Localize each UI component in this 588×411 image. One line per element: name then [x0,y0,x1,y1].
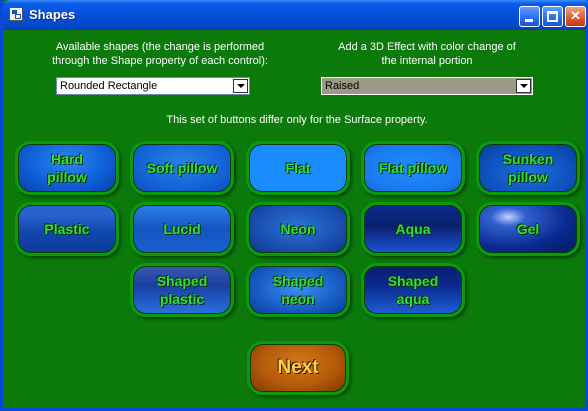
chevron-down-icon[interactable] [516,79,531,93]
button-label: Gel [516,221,540,237]
info-text: This set of buttons differ only for the … [166,114,428,126]
button-label-line1: Shaped [156,273,208,289]
shaped-plastic-button[interactable]: Shaped plastic [130,263,234,317]
title-bar[interactable]: Shapes ✕ [3,0,588,30]
maximize-icon [547,11,558,22]
window-title: Shapes [29,7,76,22]
aqua-button[interactable]: Aqua [361,202,465,256]
shaped-aqua-button[interactable]: Shaped aqua [361,263,465,317]
hard-pillow-button[interactable]: Hard pillow [15,141,119,195]
effect-select-value: Raised [325,80,360,92]
button-label-line1: Sunken [502,151,554,167]
minimize-icon [525,19,533,22]
button-label-line2: pillow [508,169,548,185]
button-label: Next [277,357,319,378]
gel-button[interactable]: Gel [476,202,580,256]
button-label-line2: plastic [159,291,205,307]
shapes-label-line2: through the Shape property of each contr… [52,55,268,67]
button-label: Lucid [163,221,201,237]
effect-label-line2: the internal portion [381,55,473,67]
close-button[interactable]: ✕ [565,6,586,27]
button-label: Flat pillow [378,160,448,176]
shape-select[interactable]: Rounded Rectangle [56,77,250,95]
next-button[interactable]: Next [247,341,349,395]
minimize-button[interactable] [519,6,540,27]
button-label-line1: Shaped [272,273,324,289]
button-label-line2: neon [281,291,315,307]
button-label-line1: Hard [51,151,83,167]
soft-pillow-button[interactable]: Soft pillow [130,141,234,195]
shaped-neon-button[interactable]: Shaped neon [246,263,350,317]
button-label: Plastic [44,221,90,237]
effect-select[interactable]: Raised [321,77,533,95]
plastic-button[interactable]: Plastic [15,202,119,256]
application-window: Shapes ✕ Available shapes (the change is… [0,0,588,411]
button-label: Soft pillow [146,160,218,176]
shapes-label: Available shapes (the change is performe… [33,40,287,68]
shapes-label-line1: Available shapes (the change is performe… [55,41,265,53]
maximize-button[interactable] [542,6,563,27]
button-label-line2: pillow [47,169,87,185]
button-label: Aqua [395,221,431,237]
effect-label-line1: Add a 3D Effect with color change of [338,41,516,53]
effect-label: Add a 3D Effect with color change of the… [313,40,541,68]
button-label-line2: aqua [396,291,430,307]
button-label: Flat [285,160,311,176]
close-icon: ✕ [570,8,581,23]
lucid-button[interactable]: Lucid [130,202,234,256]
chevron-down-icon[interactable] [233,79,248,93]
button-label: Neon [280,221,316,237]
sunken-pillow-button[interactable]: Sunken pillow [476,141,580,195]
neon-button[interactable]: Neon [246,202,350,256]
flat-pillow-button[interactable]: Flat pillow [361,141,465,195]
shape-select-value: Rounded Rectangle [60,80,158,92]
app-icon[interactable] [9,7,23,21]
flat-button[interactable]: Flat [246,141,350,195]
button-label-line1: Shaped [387,273,439,289]
